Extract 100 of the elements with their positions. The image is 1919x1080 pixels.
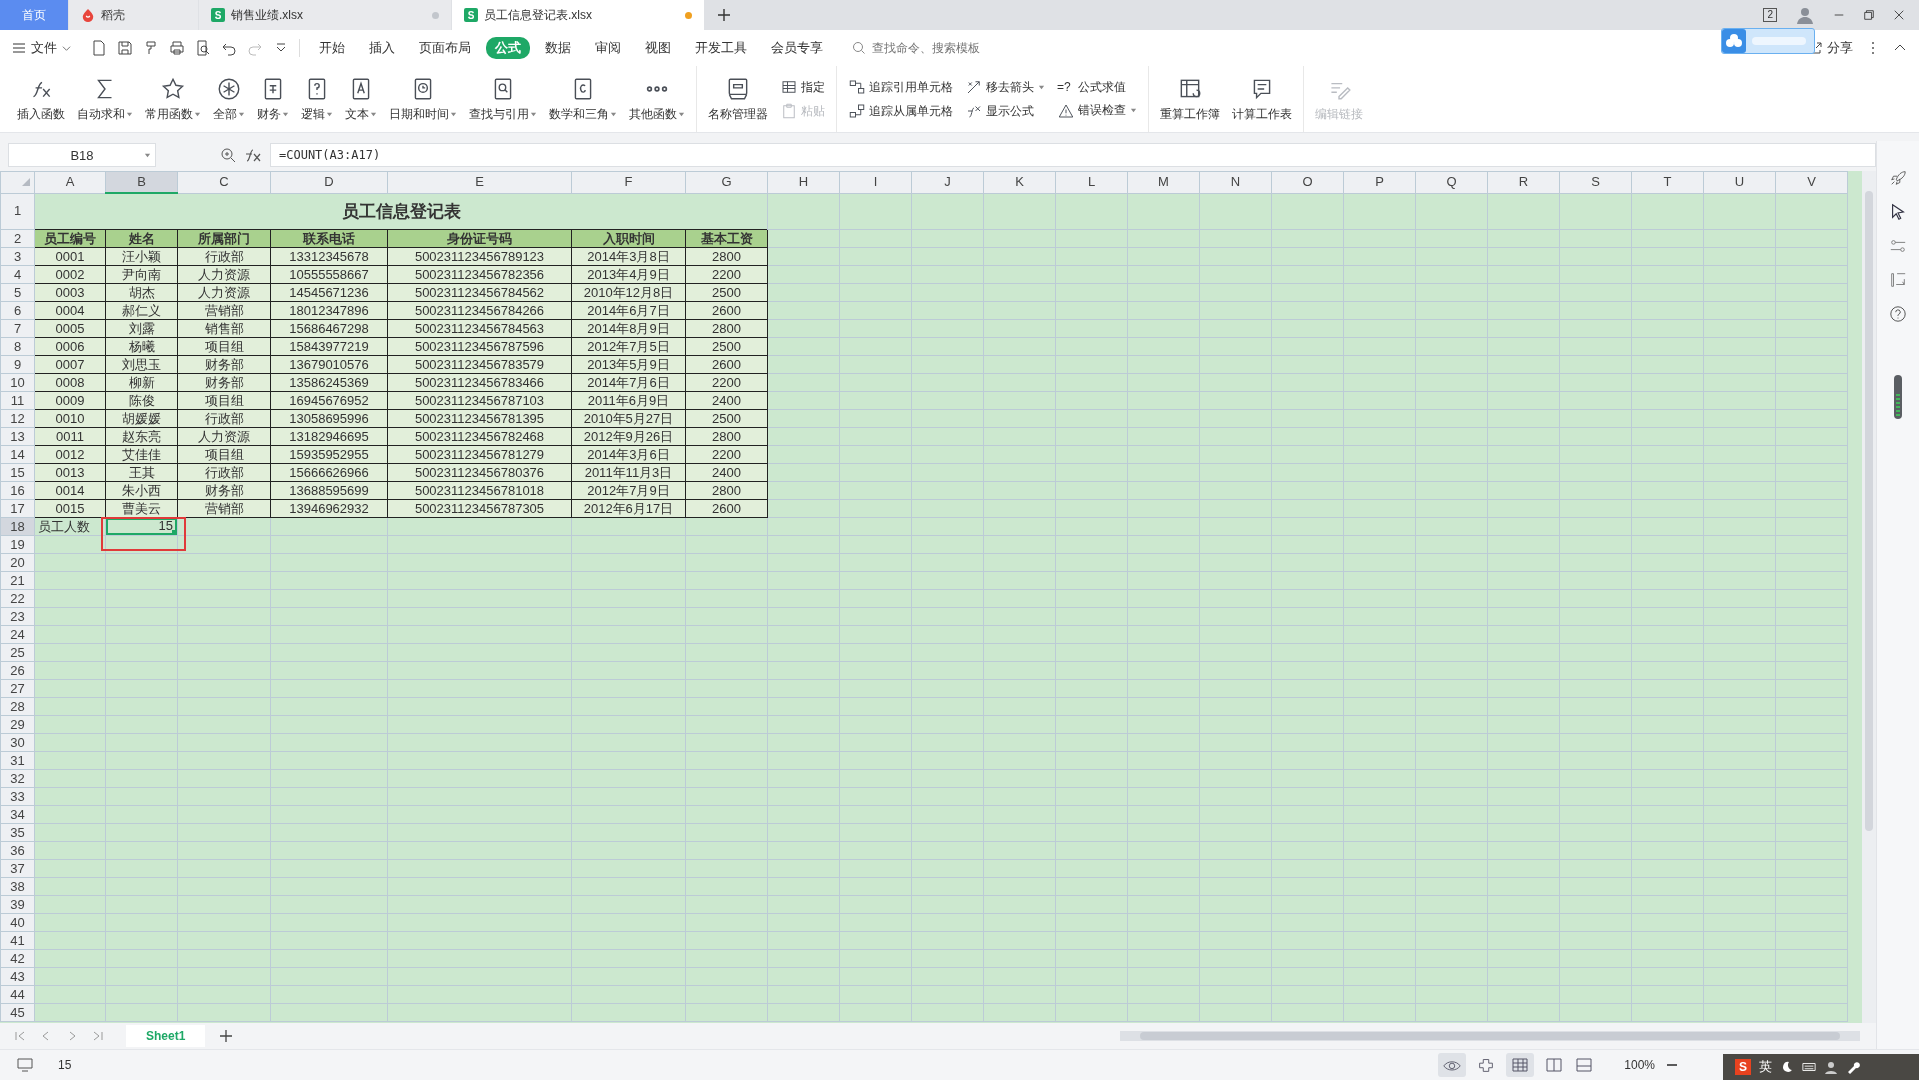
file-menu[interactable]: 文件 [12, 39, 71, 57]
ribbon-button[interactable]: 查找与引用 [464, 73, 542, 125]
column-header[interactable]: R [1487, 171, 1560, 193]
document-tab[interactable]: S 员工信息登记表.xlsx [452, 0, 704, 30]
menu-tab[interactable]: 插入 [360, 37, 404, 59]
ribbon-button[interactable]: 逻辑 [296, 73, 338, 125]
ribbon-button[interactable]: 日期和时间 [384, 73, 462, 125]
column-header[interactable]: A [34, 171, 106, 193]
active-cell[interactable]: 15 [106, 518, 177, 535]
user-icon[interactable] [1824, 1060, 1838, 1074]
column-header[interactable]: Q [1415, 171, 1488, 193]
keyboard-icon[interactable] [1802, 1060, 1816, 1074]
menu-tab[interactable]: 开发工具 [686, 37, 756, 59]
ribbon-button[interactable]: 插入函数 [12, 73, 70, 125]
close-icon[interactable] [1893, 9, 1905, 21]
help-icon[interactable] [1889, 305, 1907, 323]
trace-icon [848, 78, 866, 96]
menu-tab[interactable]: 视图 [636, 37, 680, 59]
print-icon[interactable] [169, 40, 185, 56]
add-sheet-icon[interactable] [219, 1029, 234, 1043]
ribbon-button[interactable]: 数学和三角 [544, 73, 622, 125]
zoom-level[interactable]: 100% [1624, 1058, 1655, 1072]
ribbon-button[interactable]: 显示公式 [965, 102, 1045, 120]
cursor-icon[interactable] [1889, 203, 1907, 221]
preview-icon[interactable] [195, 40, 211, 56]
column-header[interactable]: C [177, 171, 271, 193]
first-sheet-icon[interactable] [14, 1030, 26, 1042]
restore-icon[interactable] [1863, 9, 1875, 21]
column-header[interactable]: G [685, 171, 768, 193]
row-header[interactable]: 1 [0, 193, 35, 230]
menu-tab[interactable]: 页面布局 [410, 37, 480, 59]
function-icon[interactable] [244, 147, 262, 163]
column-header[interactable]: P [1343, 171, 1416, 193]
input-method-bar[interactable]: S 英 [1723, 1054, 1919, 1080]
column-header[interactable]: V [1775, 171, 1848, 193]
ribbon-button[interactable]: 自动求和 [72, 73, 138, 125]
ribbon-button[interactable]: 其他函数 [624, 73, 690, 125]
table-icon [780, 78, 798, 96]
moon-icon[interactable] [1780, 1060, 1794, 1074]
swap-icon[interactable] [1889, 271, 1907, 289]
remove-arrow-icon [965, 78, 983, 96]
input-mode[interactable]: 英 [1759, 1058, 1772, 1076]
ribbon-button[interactable]: 指定 [780, 78, 825, 96]
ribbon-button[interactable]: 常用函数 [140, 73, 206, 125]
ribbon-button[interactable]: =? 公式求值 [1057, 78, 1137, 96]
column-header[interactable]: K [983, 171, 1056, 193]
more-icon[interactable] [1871, 41, 1875, 55]
column-header[interactable]: T [1631, 171, 1704, 193]
column-header[interactable]: D [270, 171, 388, 193]
column-header[interactable]: S [1559, 171, 1632, 193]
rocket-icon[interactable] [1889, 169, 1907, 187]
ribbon-button[interactable]: 文本 [340, 73, 382, 125]
page-view-icon[interactable] [1544, 1057, 1565, 1073]
ribbon-button[interactable]: 计算工作表 [1227, 73, 1297, 125]
zoom-icon[interactable] [220, 147, 236, 163]
column-header[interactable]: B [105, 171, 178, 193]
ribbon-button[interactable]: 财务 [252, 73, 294, 125]
normal-view-icon[interactable] [1506, 1053, 1535, 1077]
wrench-icon[interactable] [1846, 1060, 1860, 1074]
column-header[interactable]: O [1271, 171, 1344, 193]
ribbon-button[interactable]: 追踪从属单元格 [848, 102, 953, 120]
ribbon-button[interactable]: 重算工作簿 [1155, 73, 1225, 125]
window-count[interactable]: 2 [1763, 8, 1777, 22]
column-header[interactable]: U [1703, 171, 1776, 193]
horizontal-scrollbar[interactable] [1120, 1031, 1860, 1041]
new-file-icon[interactable] [91, 40, 107, 56]
formula-field[interactable]: =COUNT(A3:A17) [270, 143, 1876, 167]
column-header[interactable]: N [1199, 171, 1272, 193]
column-header[interactable]: I [839, 171, 912, 193]
save-icon[interactable] [117, 40, 133, 56]
new-tab-icon[interactable] [716, 7, 732, 23]
format-painter-icon[interactable] [143, 40, 159, 56]
column-header[interactable]: J [911, 171, 984, 193]
last-sheet-icon[interactable] [92, 1030, 104, 1042]
page-break-icon[interactable] [1574, 1057, 1595, 1073]
ribbon-button[interactable]: 名称管理器 [703, 73, 773, 125]
share-button[interactable]: 分享 [1809, 39, 1853, 57]
menu-tab[interactable]: 会员专享 [762, 37, 832, 59]
name-box[interactable]: B18 [8, 143, 156, 167]
sliders-icon[interactable] [1889, 237, 1907, 255]
column-header[interactable]: E [387, 171, 572, 193]
eye-icon[interactable] [1438, 1053, 1467, 1077]
upload-popup[interactable] [1721, 28, 1815, 54]
ribbon-button[interactable]: 错误检查 [1057, 101, 1137, 120]
menu-tab[interactable]: 数据 [536, 37, 580, 59]
column-header[interactable]: M [1127, 171, 1200, 193]
document-tab[interactable]: 稻壳 [69, 0, 198, 30]
column-header[interactable]: H [767, 171, 840, 193]
avatar-icon[interactable] [1795, 5, 1815, 25]
column-header[interactable]: L [1055, 171, 1128, 193]
search-field[interactable]: 查找命令、搜索模板 [852, 40, 1014, 56]
ribbon-button[interactable]: 全部 [208, 73, 250, 125]
document-tab[interactable]: S 销售业绩.xlsx [199, 0, 451, 30]
macro-icon[interactable] [16, 1057, 36, 1073]
menu-tab[interactable]: 审阅 [586, 37, 630, 59]
ribbon-button[interactable]: 移去箭头 [965, 78, 1045, 96]
ribbon-button[interactable]: 追踪引用单元格 [848, 78, 953, 96]
menu-tab[interactable]: 开始 [310, 37, 354, 59]
column-header[interactable]: F [571, 171, 686, 193]
vertical-scrollbar[interactable] [1862, 171, 1876, 1023]
